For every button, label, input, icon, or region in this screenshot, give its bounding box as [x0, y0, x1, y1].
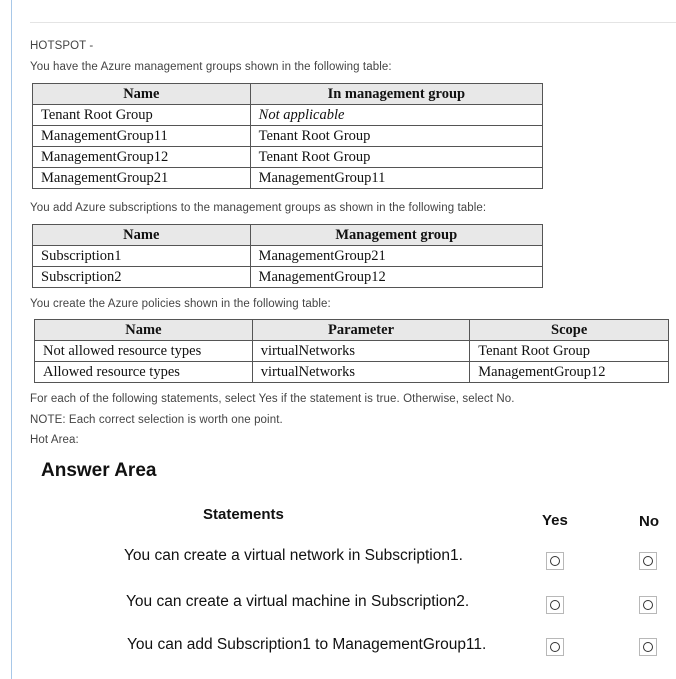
- column-header: Name: [34, 319, 253, 341]
- table-cell: ManagementGroup11: [249, 167, 544, 189]
- answer-area-title: Answer Area: [41, 460, 157, 481]
- table-row: ManagementGroup12 Tenant Root Group: [32, 146, 544, 168]
- radio-circle-icon: [643, 556, 653, 566]
- radio-circle-icon: [550, 556, 560, 566]
- left-border-rule: [11, 0, 12, 679]
- column-header: In management group: [249, 83, 544, 105]
- table-row: ManagementGroup11 Tenant Root Group: [32, 125, 544, 147]
- table-cell: ManagementGroup21: [32, 167, 251, 189]
- hotspot-label: HOTSPOT -: [30, 40, 94, 52]
- table-cell: Tenant Root Group: [249, 125, 544, 147]
- instruction-text: For each of the following statements, se…: [30, 393, 515, 405]
- radio-circle-icon: [643, 600, 653, 610]
- top-divider: [30, 22, 676, 23]
- table-header-row: Name Management group: [32, 224, 544, 246]
- table-cell: Tenant Root Group: [32, 104, 251, 126]
- table-header-row: Name Parameter Scope: [34, 319, 669, 341]
- table-cell: Not applicable: [249, 104, 544, 126]
- statement-3-no-radio[interactable]: [639, 638, 657, 656]
- radio-circle-icon: [643, 642, 653, 652]
- table-row: Not allowed resource types virtualNetwor…: [34, 340, 669, 362]
- note-text: NOTE: Each correct selection is worth on…: [30, 414, 283, 426]
- table-cell: ManagementGroup12: [469, 361, 669, 383]
- intro-management-groups: You have the Azure management groups sho…: [30, 61, 392, 73]
- table-header-row: Name In management group: [32, 83, 544, 105]
- statement-3-yes-radio[interactable]: [546, 638, 564, 656]
- table-cell: ManagementGroup11: [32, 125, 251, 147]
- radio-circle-icon: [550, 600, 560, 610]
- statement-1: You can create a virtual network in Subs…: [124, 547, 463, 564]
- intro-policies: You create the Azure policies shown in t…: [30, 298, 331, 310]
- table-cell: Tenant Root Group: [249, 146, 544, 168]
- table-row: ManagementGroup21 ManagementGroup11: [32, 167, 544, 189]
- table-cell: ManagementGroup21: [249, 245, 544, 267]
- table-cell: Subscription1: [32, 245, 251, 267]
- statement-2-yes-radio[interactable]: [546, 596, 564, 614]
- radio-circle-icon: [550, 642, 560, 652]
- statement-3: You can add Subscription1 to ManagementG…: [127, 636, 487, 653]
- statement-1-no-radio[interactable]: [639, 552, 657, 570]
- column-header: Name: [32, 83, 251, 105]
- column-header: Management group: [249, 224, 544, 246]
- table-cell: virtualNetworks: [251, 361, 471, 383]
- policies-table: Name Parameter Scope Not allowed resourc…: [34, 319, 669, 383]
- intro-subscriptions: You add Azure subscriptions to the manag…: [30, 202, 487, 214]
- statement-1-yes-radio[interactable]: [546, 552, 564, 570]
- column-header: Scope: [469, 319, 669, 341]
- statement-2: You can create a virtual machine in Subs…: [126, 593, 470, 610]
- table-cell: Subscription2: [32, 266, 251, 288]
- statement-2-no-radio[interactable]: [639, 596, 657, 614]
- table-row: Subscription2 ManagementGroup12: [32, 266, 544, 288]
- table-cell: ManagementGroup12: [249, 266, 544, 288]
- table-row: Allowed resource types virtualNetworks M…: [34, 361, 669, 383]
- yes-header: Yes: [542, 512, 568, 529]
- table-cell: ManagementGroup12: [32, 146, 251, 168]
- table-row: Subscription1 ManagementGroup21: [32, 245, 544, 267]
- column-header: Name: [32, 224, 251, 246]
- table-cell: virtualNetworks: [251, 340, 471, 362]
- table-cell: Tenant Root Group: [469, 340, 669, 362]
- management-groups-table: Name In management group Tenant Root Gro…: [32, 83, 544, 189]
- table-row: Tenant Root Group Not applicable: [32, 104, 544, 126]
- table-cell: Not allowed resource types: [34, 340, 253, 362]
- hot-area-label: Hot Area:: [30, 434, 79, 446]
- table-cell: Allowed resource types: [34, 361, 253, 383]
- column-header: Parameter: [251, 319, 471, 341]
- statements-header: Statements: [203, 506, 284, 523]
- subscriptions-table: Name Management group Subscription1 Mana…: [32, 224, 544, 288]
- no-header: No: [639, 513, 659, 530]
